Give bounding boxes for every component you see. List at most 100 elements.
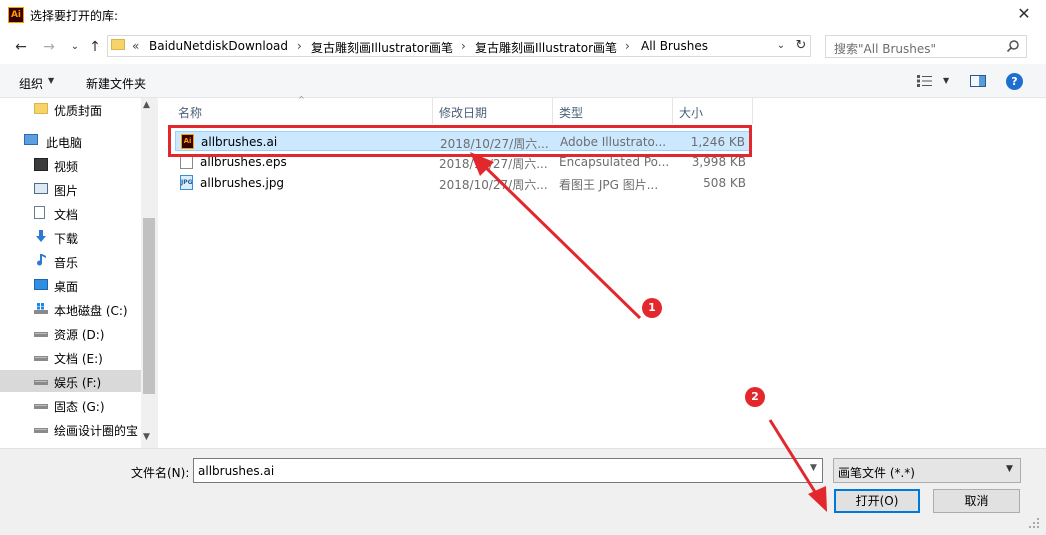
file-date: 2018/10/27/周六... [439, 178, 548, 192]
column-header-date[interactable]: 修改日期 [439, 104, 487, 121]
up-folder-icon[interactable]: ↑ [86, 38, 104, 56]
sidebar-item-label: 优质封面 [54, 104, 103, 118]
breadcrumb-item[interactable]: 复古雕刻画Illustrator画笔 [475, 39, 617, 56]
refresh-icon[interactable]: ↻ [793, 38, 809, 54]
file-name: allbrushes.eps [200, 155, 287, 169]
sidebar-item-drive-g[interactable]: 固态 (G:) [0, 394, 141, 416]
close-icon[interactable]: ✕ [1014, 4, 1034, 24]
annotation-step-1-badge: 1 [642, 298, 662, 318]
sidebar-item-videos[interactable]: 视频 [0, 154, 141, 176]
recent-locations-icon[interactable]: ⌄ [66, 38, 84, 56]
view-dropdown-icon[interactable]: ▼ [943, 76, 949, 85]
sidebar-item-label: 文档 (E:) [54, 352, 103, 366]
documents-icon [34, 206, 45, 219]
annotation-highlight-box [168, 125, 752, 157]
illustrator-app-icon: Ai [8, 7, 24, 23]
address-history-dropdown-icon[interactable]: ⌄ [773, 38, 789, 54]
video-icon [34, 158, 48, 171]
folder-icon [111, 39, 125, 50]
file-type: Encapsulated Po... [559, 155, 670, 169]
sort-indicator-icon: ^ [298, 95, 305, 104]
breadcrumb-item[interactable]: All Brushes [641, 39, 708, 53]
sidebar-item-documents[interactable]: 文档 [0, 202, 141, 224]
folder-icon [34, 103, 48, 114]
sidebar-item-label: 固态 (G:) [54, 400, 105, 414]
music-icon [37, 254, 46, 266]
help-icon[interactable]: ? [1006, 73, 1023, 90]
sidebar-item-drive-f[interactable]: 娱乐 (F:) [0, 370, 141, 392]
forward-arrow-icon[interactable]: → [40, 38, 58, 56]
sidebar-item-label: 图片 [54, 184, 79, 198]
sidebar-scrollbar-thumb[interactable] [143, 218, 155, 394]
column-header-size[interactable]: 大小 [679, 104, 703, 121]
sidebar-item-label: 娱乐 (F:) [54, 376, 102, 390]
breadcrumb-separator[interactable]: › [461, 39, 466, 53]
drive-icon [34, 332, 48, 337]
jpg-file-icon: JPG [180, 175, 193, 190]
column-divider[interactable] [672, 98, 673, 124]
command-toolbar [0, 64, 1046, 98]
drive-icon [34, 428, 48, 433]
sidebar-item-drive-d[interactable]: 资源 (D:) [0, 322, 141, 344]
scroll-down-icon[interactable]: ▼ [143, 432, 150, 442]
drive-icon [34, 380, 48, 385]
breadcrumb-separator[interactable]: › [625, 39, 630, 53]
breadcrumb-item[interactable]: 复古雕刻画Illustrator画笔 [311, 39, 453, 56]
breadcrumb-separator[interactable]: › [297, 39, 302, 53]
drive-icon [34, 356, 48, 361]
file-type: 看图王 JPG 图片... [559, 178, 659, 192]
download-icon [36, 230, 46, 242]
organize-button[interactable]: 组织 [19, 75, 43, 92]
file-size: 3,998 KB [691, 155, 746, 169]
sidebar-item-quality-covers[interactable]: 优质封面 [0, 98, 141, 120]
file-type-filter-value: 画笔文件 (*.*) [838, 466, 915, 480]
column-header-type[interactable]: 类型 [559, 104, 583, 121]
open-button[interactable]: 打开(O) [834, 489, 920, 513]
back-arrow-icon[interactable]: ← [12, 38, 30, 56]
sidebar-item-drive-e[interactable]: 文档 (E:) [0, 346, 141, 368]
sidebar-item-label: 绘画设计圈的宝 [54, 424, 139, 438]
breadcrumb-item[interactable]: BaiduNetdiskDownload [149, 39, 288, 53]
column-divider[interactable] [552, 98, 553, 124]
column-header-name[interactable]: 名称 [178, 104, 202, 121]
filename-label: 文件名(N): [131, 466, 190, 480]
file-row-jpg[interactable]: JPG allbrushes.jpg 2018/10/27/周六... 看图王 … [175, 173, 752, 193]
new-folder-button[interactable]: 新建文件夹 [86, 75, 146, 92]
scroll-up-icon[interactable]: ▲ [143, 100, 150, 110]
sidebar-item-label: 视频 [54, 160, 79, 174]
file-size: 508 KB [703, 176, 746, 190]
pictures-icon [34, 183, 48, 194]
window-title: 选择要打开的库: [30, 9, 119, 23]
filename-input[interactable] [193, 458, 823, 483]
drive-icon [34, 404, 48, 409]
filename-history-dropdown-icon[interactable]: ▼ [810, 463, 817, 473]
sidebar-item-downloads[interactable]: 下载 [0, 226, 141, 248]
resize-grip-icon[interactable] [1028, 517, 1040, 529]
file-name: allbrushes.jpg [200, 176, 285, 190]
column-divider[interactable] [752, 98, 753, 124]
preview-pane-icon[interactable] [970, 75, 986, 87]
sidebar-item-label: 本地磁盘 (C:) [54, 304, 128, 318]
sidebar-item-label: 文档 [54, 208, 79, 222]
sidebar-item-music[interactable]: 音乐 [0, 250, 141, 272]
breadcrumb-overflow[interactable]: « [132, 39, 139, 53]
sidebar-item-pictures[interactable]: 图片 [0, 178, 141, 200]
sidebar-item-drive-c[interactable]: 本地磁盘 (C:) [0, 298, 141, 320]
annotation-step-2-badge: 2 [745, 387, 765, 407]
chevron-down-icon[interactable]: ▼ [1006, 464, 1013, 474]
search-icon[interactable] [1006, 39, 1020, 53]
file-date: 2018/10/27/周六... [439, 157, 548, 171]
sidebar-item-network-drive[interactable]: 绘画设计圈的宝 [0, 418, 141, 440]
sidebar-item-label: 资源 (D:) [54, 328, 105, 342]
sidebar-item-label: 桌面 [54, 280, 79, 294]
organize-dropdown-icon[interactable]: ▼ [48, 76, 54, 85]
cancel-button[interactable]: 取消 [933, 489, 1020, 513]
view-options-icon[interactable] [916, 74, 934, 88]
column-divider[interactable] [432, 98, 433, 124]
sidebar-item-this-pc[interactable]: 此电脑 [0, 130, 141, 152]
sidebar-item-label: 此电脑 [46, 136, 83, 150]
desktop-icon [34, 279, 48, 290]
computer-icon [24, 134, 38, 145]
sidebar-item-desktop[interactable]: 桌面 [0, 274, 141, 296]
sidebar-item-label: 音乐 [54, 256, 79, 270]
